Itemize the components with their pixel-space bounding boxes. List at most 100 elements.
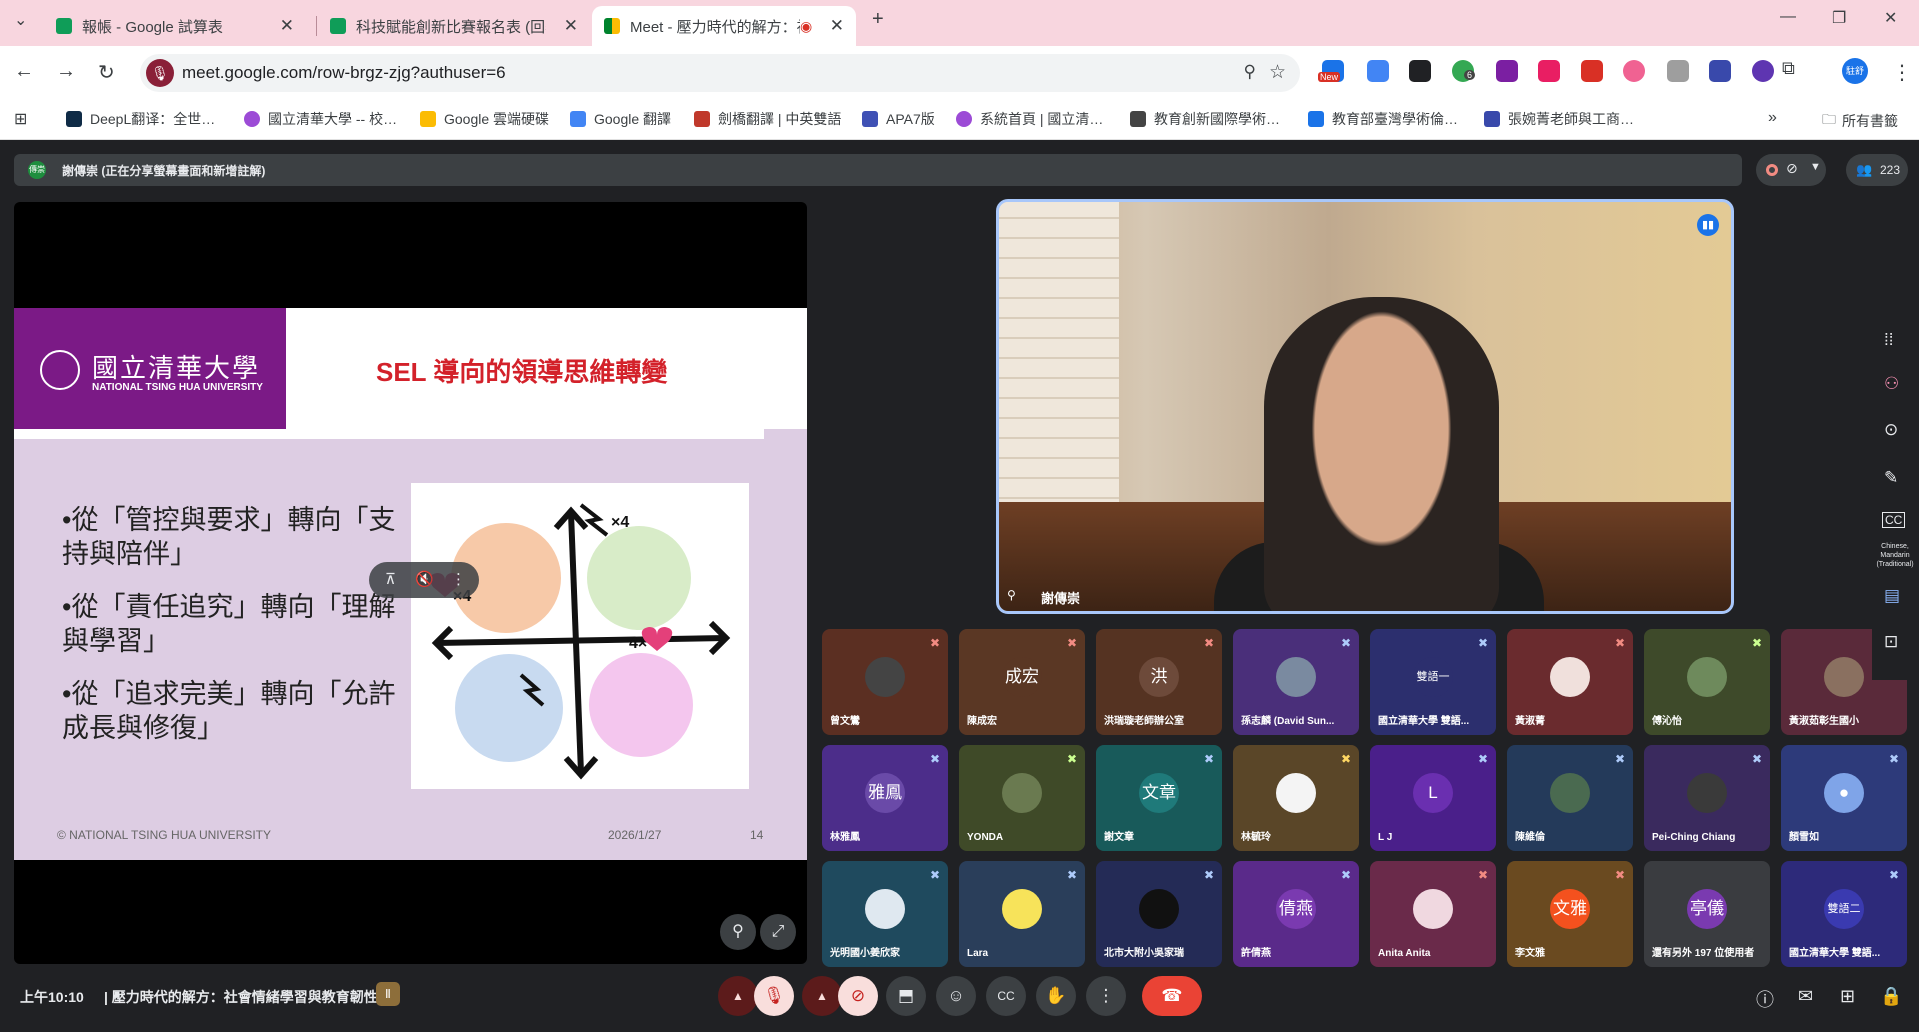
- activities-grid-icon[interactable]: ⊞: [1840, 986, 1855, 1007]
- chat-bubble-icon[interactable]: ⊙: [1884, 420, 1898, 440]
- participant-tile[interactable]: ✖ 陳維倫: [1507, 745, 1633, 851]
- more-options-button[interactable]: ⋮: [1086, 976, 1126, 1016]
- participant-tile[interactable]: 文雅 ✖ 李文雅: [1507, 861, 1633, 967]
- tab-sheets-form[interactable]: 科技賦能創新比賽報名表 (回覆) ✕: [318, 6, 590, 46]
- extensions-puzzle-icon[interactable]: ⧉: [1782, 58, 1795, 79]
- camera-off-button[interactable]: ⊘: [838, 976, 878, 1016]
- captions-button[interactable]: CC: [986, 976, 1026, 1016]
- microphone-active-icon[interactable]: 🎙: [146, 59, 174, 87]
- participant-name: 傅沁怡: [1652, 716, 1682, 727]
- back-arrow-icon[interactable]: ←: [14, 60, 34, 83]
- present-screen-button[interactable]: ⬒: [886, 976, 926, 1016]
- raise-hand-button[interactable]: ✋: [1036, 976, 1076, 1016]
- bookmark-apa7[interactable]: APA7版: [862, 109, 935, 129]
- participant-tile[interactable]: ✖ 北市大附小吳家瑞: [1096, 861, 1222, 967]
- omnibox[interactable]: 🎙 meet.google.com/row-brgz-zjg?authuser=…: [140, 54, 1300, 92]
- tab-sheets-expense[interactable]: 報帳 - Google 試算表 ✕: [44, 6, 306, 46]
- reload-icon[interactable]: ↻: [98, 60, 115, 85]
- close-tab-icon[interactable]: ✕: [830, 16, 844, 36]
- participant-tile[interactable]: ✖ Lara: [959, 861, 1085, 967]
- camera-options-chevron-up-icon[interactable]: ▲: [802, 976, 842, 1016]
- close-tab-icon[interactable]: ✕: [564, 16, 578, 36]
- participant-tile[interactable]: ● ✖ 顏雪如: [1781, 745, 1907, 851]
- participant-tile[interactable]: 雙語二 ✖ 國立清華大學 雙語...: [1781, 861, 1907, 967]
- extension-icon[interactable]: [1496, 60, 1518, 82]
- participant-tile[interactable]: ✖ 林毓玲: [1233, 745, 1359, 851]
- url-text[interactable]: meet.google.com/row-brgz-zjg?authuser=6: [182, 63, 506, 83]
- host-controls-lock-icon[interactable]: 🔒: [1880, 986, 1902, 1007]
- leave-call-button[interactable]: ☎: [1142, 976, 1202, 1016]
- mic-options-chevron-up-icon[interactable]: ▲: [718, 976, 758, 1016]
- extension-icon[interactable]: [1667, 60, 1689, 82]
- all-bookmarks-button[interactable]: 🗀 所有書籤: [1822, 109, 1898, 133]
- extension-icon[interactable]: [1709, 60, 1731, 82]
- shield-extension-icon[interactable]: [1581, 60, 1603, 82]
- apps-icon[interactable]: ⁞⁞: [1884, 330, 1893, 350]
- extension-icon[interactable]: [1623, 60, 1645, 82]
- unpin-icon[interactable]: ⊼: [385, 570, 396, 588]
- participant-tile[interactable]: ✖ 孫志麟 (David Sun...: [1233, 629, 1359, 735]
- close-window-button[interactable]: ✕: [1884, 8, 1897, 28]
- meeting-info-icon[interactable]: ⓘ: [1756, 986, 1774, 1012]
- new-tab-button[interactable]: +: [872, 8, 884, 31]
- forward-arrow-icon[interactable]: →: [56, 60, 76, 83]
- camera-icon[interactable]: ⊡: [1884, 632, 1898, 652]
- minimize-button[interactable]: —: [1780, 8, 1796, 26]
- bookmark-nthu[interactable]: 國立清華大學 -- 校…: [244, 109, 397, 129]
- participant-tile[interactable]: ✖ 曾文鸞: [822, 629, 948, 735]
- participant-tile[interactable]: ✖ Anita Anita: [1370, 861, 1496, 967]
- emoji-reaction-button[interactable]: ☺: [936, 976, 976, 1016]
- annotate-pen-icon[interactable]: ✎: [1884, 468, 1898, 488]
- tab-search-icon[interactable]: ⌄: [14, 10, 27, 30]
- bookmark-drive[interactable]: Google 雲端硬碟: [420, 109, 549, 129]
- active-speaker-tile[interactable]: ▮▮ ⚲ 謝傳崇: [996, 199, 1734, 614]
- extension-icon[interactable]: [1538, 60, 1560, 82]
- bookmark-cambridge[interactable]: 劍橋翻譯 | 中英雙語: [694, 109, 841, 129]
- mic-off-button[interactable]: 🎙: [754, 976, 794, 1016]
- zoom-in-button[interactable]: ⚲: [720, 914, 756, 950]
- more-menu-icon[interactable]: ⋮: [1892, 60, 1912, 85]
- participant-tile[interactable]: 雅鳳 ✖ 林雅鳳: [822, 745, 948, 851]
- participant-tile[interactable]: 倩燕 ✖ 許倩燕: [1233, 861, 1359, 967]
- tab-meet[interactable]: Meet - 壓力時代的解方：社 ◉ ✕: [592, 6, 856, 46]
- participant-tile[interactable]: 雙語一 ✖ 國立清華大學 雙語...: [1370, 629, 1496, 735]
- extension-icon[interactable]: 6: [1452, 60, 1476, 82]
- bookmark-deepl[interactable]: DeepL翻译：全世…: [66, 109, 215, 129]
- recording-controls[interactable]: ⊘ ▼: [1756, 154, 1826, 186]
- bookmarks-overflow-button[interactable]: »: [1768, 109, 1777, 127]
- apps-grid-icon[interactable]: ⊞: [14, 109, 27, 129]
- chat-icon[interactable]: ✉: [1798, 986, 1813, 1007]
- participant-tile[interactable]: ✖ YONDA: [959, 745, 1085, 851]
- participant-tile[interactable]: 洪 ✖ 洪瑞璇老師辦公室: [1096, 629, 1222, 735]
- translate-extension-icon[interactable]: [1367, 60, 1389, 82]
- bookmark-teacher[interactable]: 張婉菁老師與工商…: [1484, 109, 1634, 129]
- participant-tile[interactable]: ✖ Pei-Ching Chiang: [1644, 745, 1770, 851]
- participant-tile[interactable]: 成宏 ✖ 陳成宏: [959, 629, 1085, 735]
- participant-tile[interactable]: 文章 ✖ 謝文章: [1096, 745, 1222, 851]
- participant-tile[interactable]: L ✖ L J: [1370, 745, 1496, 851]
- zoom-icon[interactable]: ⚲: [1244, 62, 1256, 82]
- participant-tile[interactable]: ✖ 傅沁怡: [1644, 629, 1770, 735]
- participant-tile[interactable]: 亭儀 還有另外 197 位使用者: [1644, 861, 1770, 967]
- captions-icon[interactable]: CC: [1882, 512, 1906, 528]
- fullscreen-button[interactable]: ⤢: [760, 914, 796, 950]
- bookmark-moe-ethics[interactable]: 教育部臺灣學術倫…: [1308, 109, 1458, 129]
- maximize-button[interactable]: ❐: [1832, 8, 1846, 28]
- bookmark-system[interactable]: 系統首頁 | 國立清…: [956, 109, 1103, 129]
- bookmark-edu-innovation[interactable]: 教育創新國際學術…: [1130, 109, 1280, 129]
- extension-icon[interactable]: [1409, 60, 1431, 82]
- activities-icon[interactable]: ⚇: [1884, 374, 1899, 394]
- notes-icon[interactable]: ▤: [1884, 586, 1900, 606]
- bookmark-star-icon[interactable]: ☆: [1269, 61, 1286, 84]
- bookmark-translate[interactable]: Google 翻譯: [570, 109, 671, 129]
- extension-new-icon[interactable]: New: [1318, 60, 1344, 82]
- participant-tile[interactable]: ✖ 黃淑菁: [1507, 629, 1633, 735]
- mute-audio-icon[interactable]: 🔇: [415, 570, 434, 588]
- site-icon: [1130, 111, 1146, 127]
- extension-icon[interactable]: [1752, 60, 1774, 82]
- participants-count-button[interactable]: 👥 223: [1846, 154, 1908, 186]
- profile-avatar[interactable]: 駐舒: [1842, 58, 1868, 84]
- more-options-icon[interactable]: ⋮: [451, 570, 466, 588]
- participant-tile[interactable]: ✖ 光明國小姜欣家: [822, 861, 948, 967]
- close-tab-icon[interactable]: ✕: [280, 16, 294, 36]
